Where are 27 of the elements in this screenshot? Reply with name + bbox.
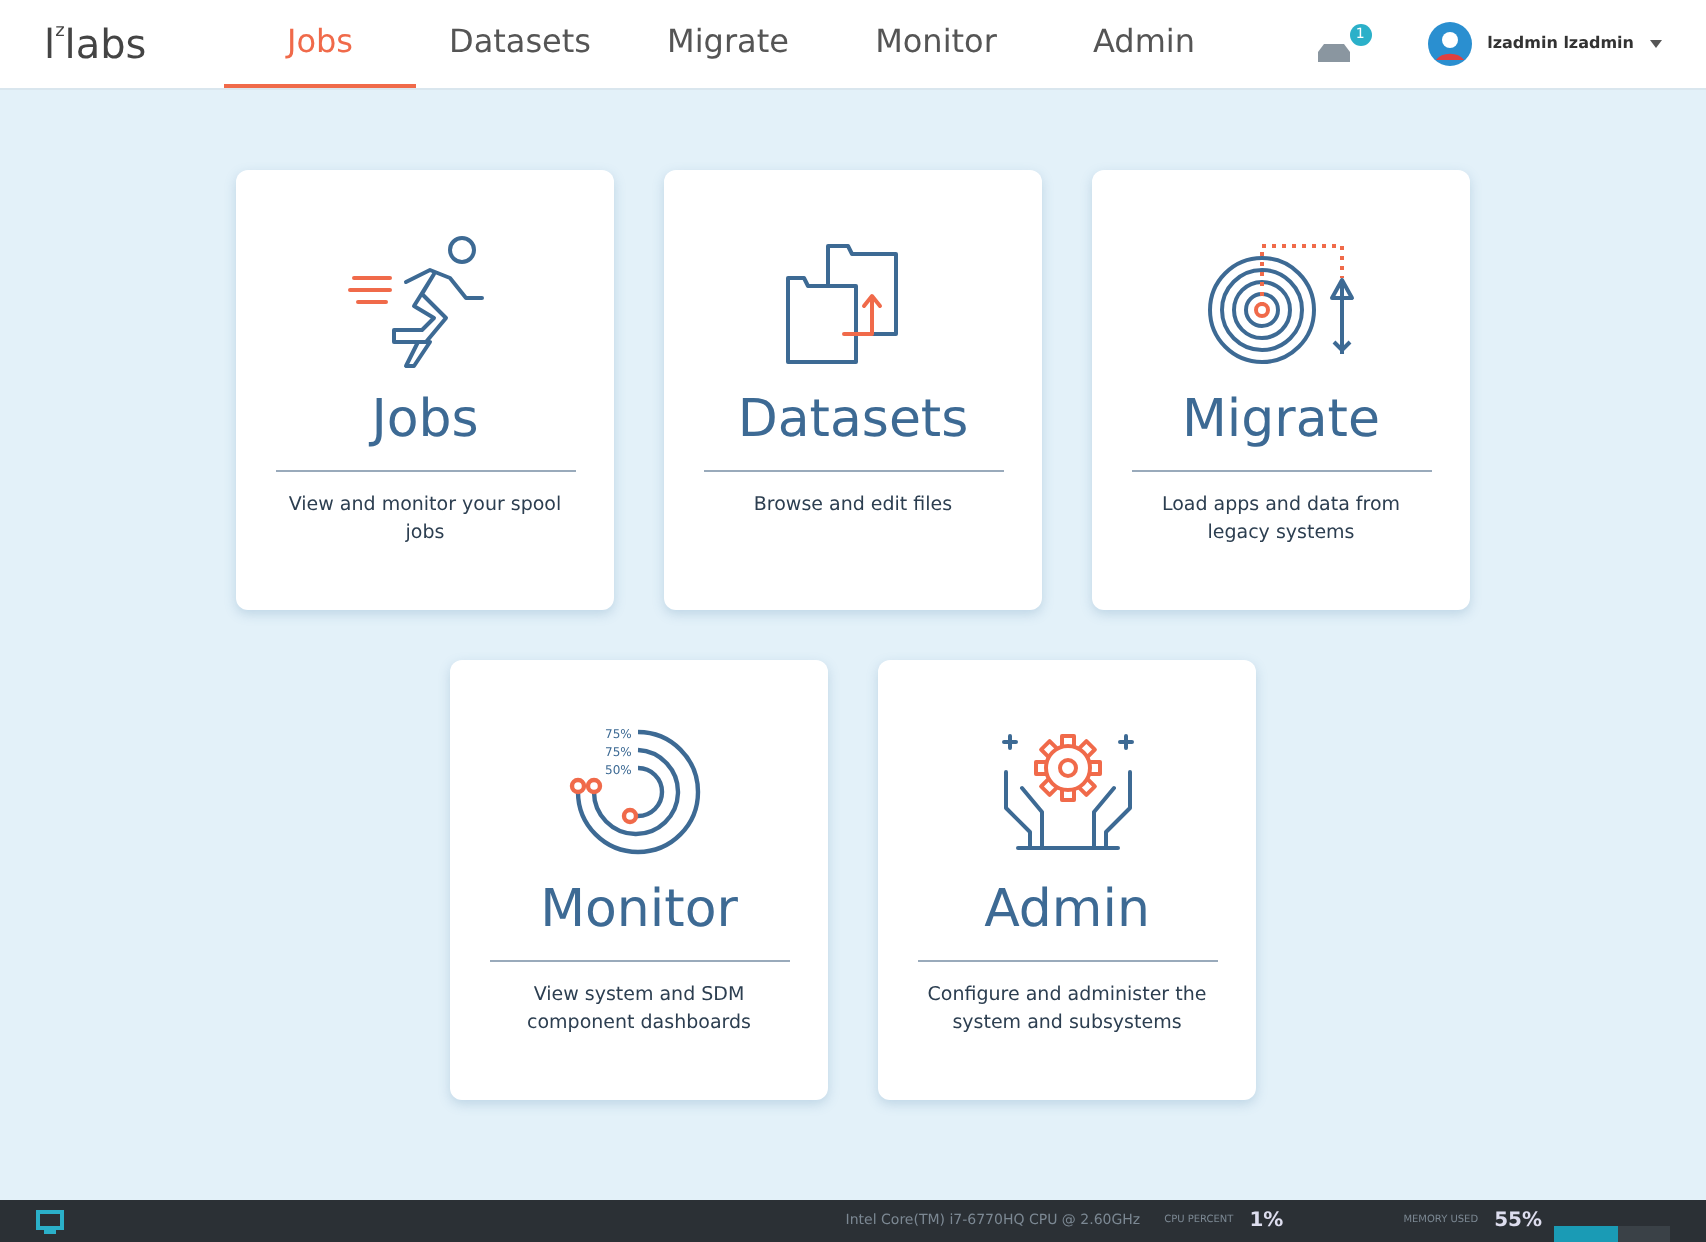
card-description: Load apps and data from legacy systems — [1159, 492, 1403, 548]
card-title: Jobs — [371, 394, 479, 446]
target-arrow-icon — [1205, 238, 1357, 366]
module-card[interactable]: Jobs View and monitor your spool jobs — [236, 170, 614, 610]
memory-value: 55% — [1494, 1208, 1542, 1236]
user-name[interactable]: lzadmin lzadmin — [1487, 32, 1634, 56]
nav-tab[interactable]: Monitor — [832, 0, 1040, 88]
module-card[interactable]: Migrate Load apps and data from legacy systems — [1092, 170, 1470, 610]
nav-tab[interactable]: Migrate — [624, 0, 832, 88]
caret-icon[interactable] — [1650, 40, 1662, 48]
card-title: Admin — [984, 884, 1150, 936]
module-card[interactable]: Admin Configure and administer the system and subsystems — [878, 660, 1256, 1100]
card-description: Configure and administer the system and subsystems — [927, 982, 1207, 1038]
card-title: Monitor — [540, 884, 738, 936]
nav-tab[interactable]: Admin — [1040, 0, 1248, 88]
module-card[interactable]: Datasets Browse and edit files — [664, 170, 1042, 610]
card-description: Browse and edit files — [751, 492, 955, 520]
card-title: Migrate — [1182, 394, 1380, 446]
avatar-icon — [1427, 22, 1472, 66]
nav-tab[interactable]: Datasets — [416, 0, 624, 88]
card-description: View and monitor your spool jobs — [286, 492, 564, 548]
card-title: Datasets — [737, 394, 969, 446]
monitor-icon[interactable] — [36, 1209, 64, 1233]
hands-gear-icon — [997, 728, 1137, 856]
card-description: View system and SDM component dashboards — [525, 982, 753, 1038]
tray-icon — [1315, 40, 1352, 64]
cpu-value: 1% — [1249, 1208, 1284, 1236]
